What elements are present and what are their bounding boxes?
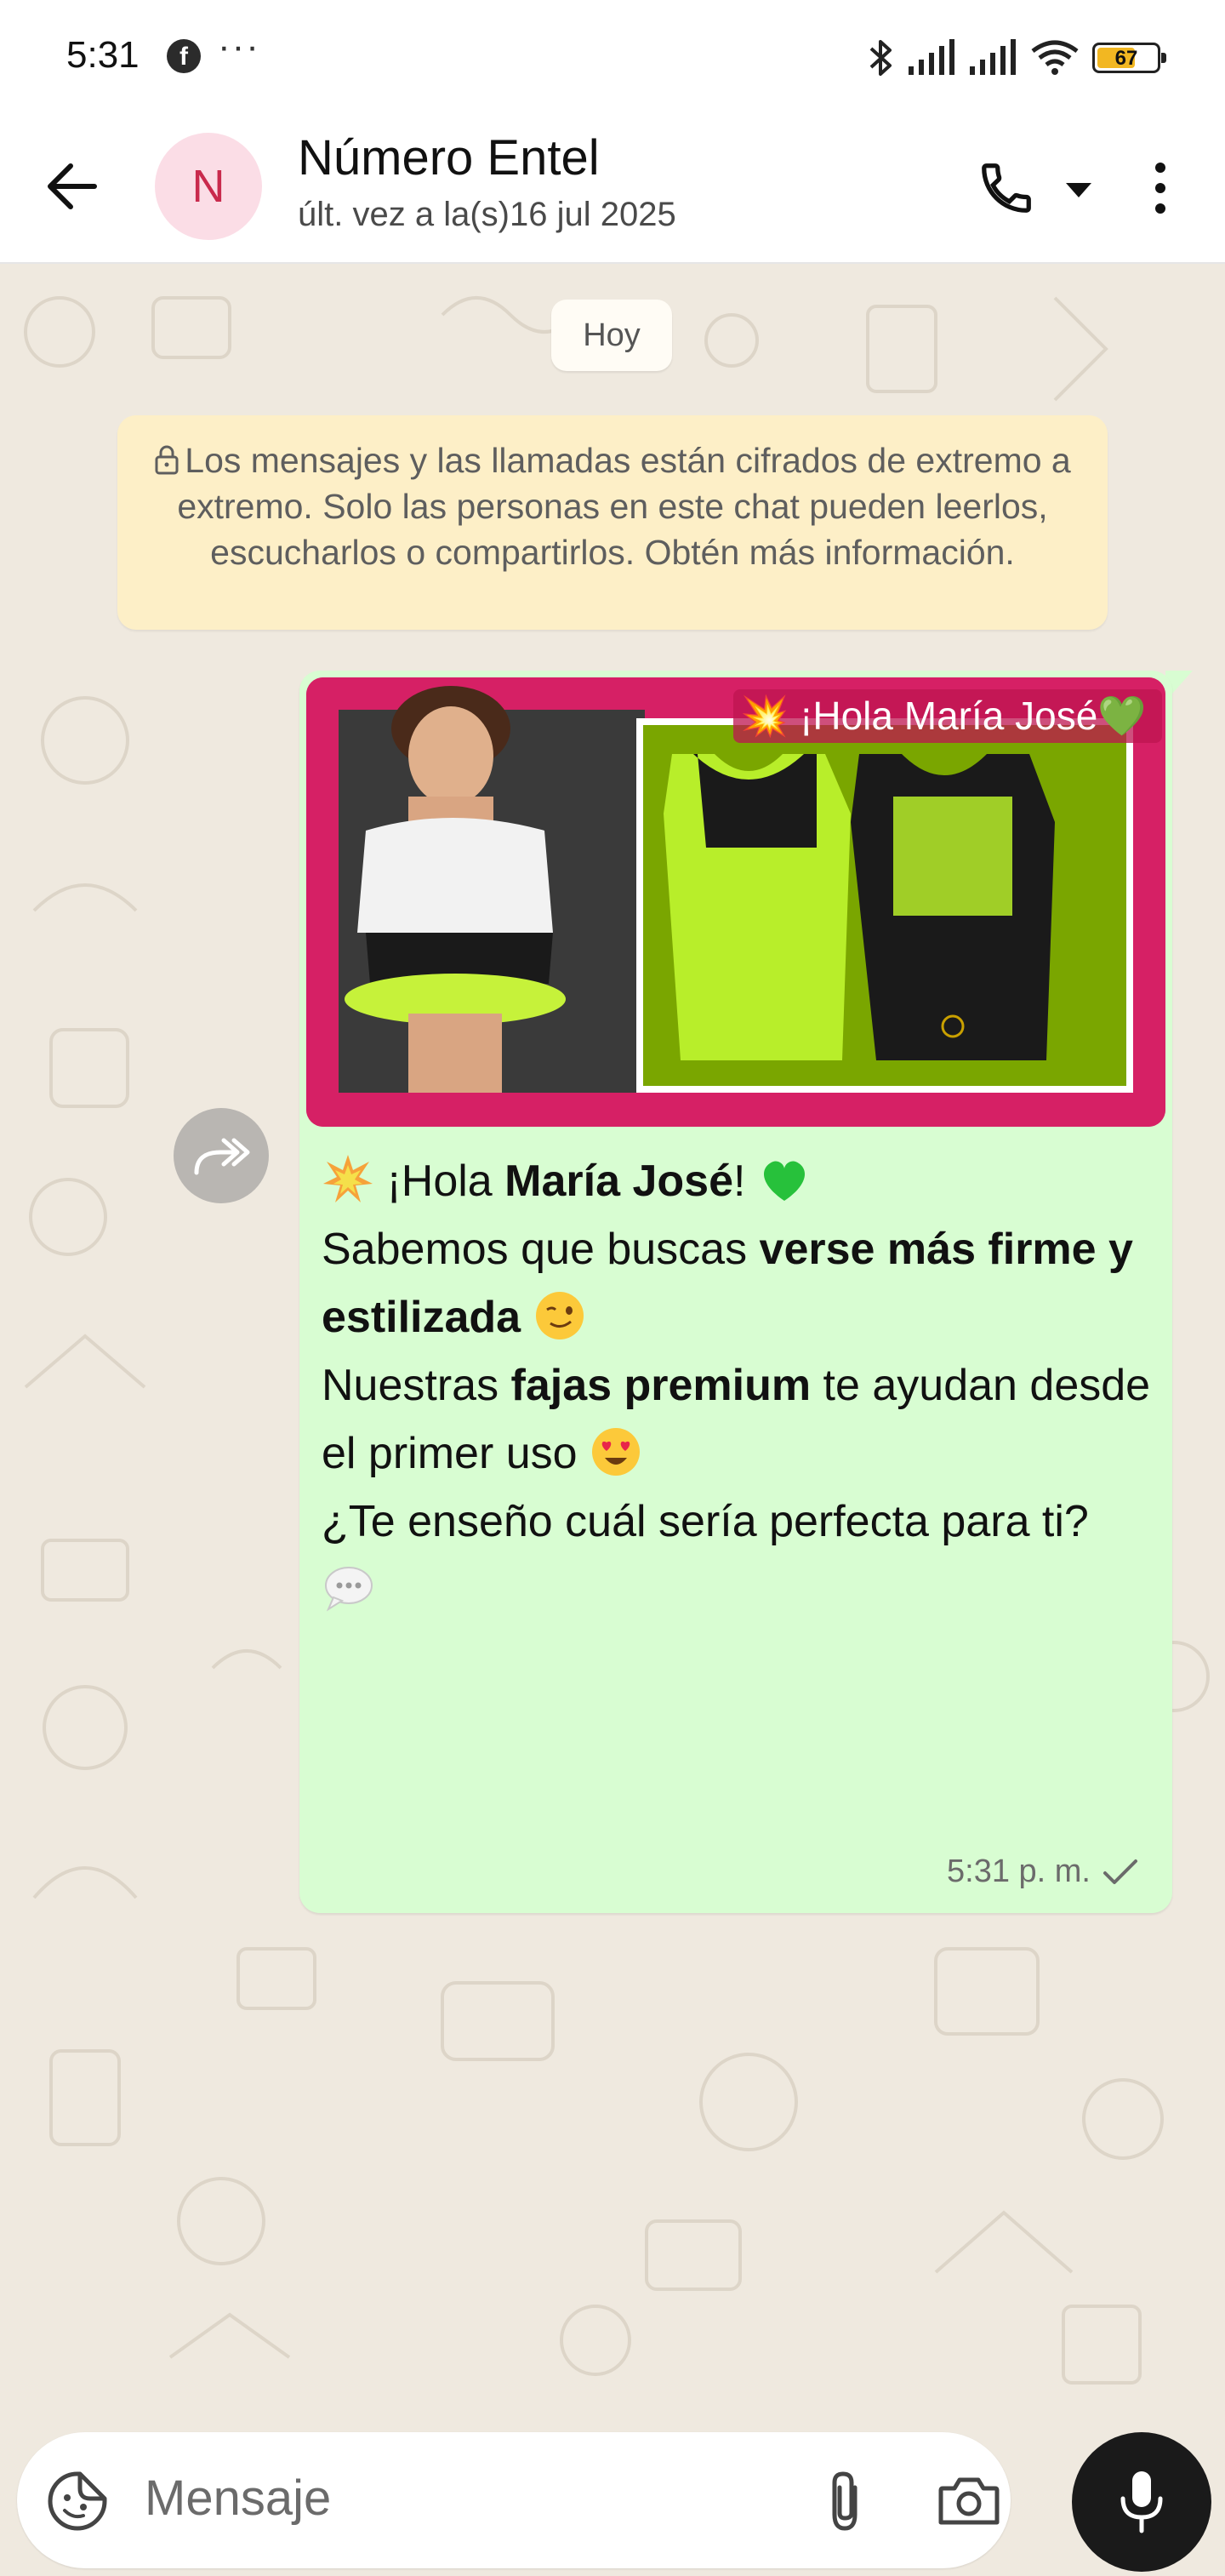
battery-icon: 67 xyxy=(1092,43,1166,73)
more-options-button[interactable] xyxy=(1137,150,1184,226)
back-button[interactable] xyxy=(34,148,111,225)
message-time: 5:31 p. m. xyxy=(947,1853,1091,1889)
image-caption: 💥 ¡Hola María José💚 xyxy=(733,689,1162,743)
facebook-icon: f xyxy=(167,39,201,73)
arrow-left-icon xyxy=(48,163,97,209)
speech-balloon-emoji-icon xyxy=(325,1567,373,1612)
last-seen[interactable]: últ. vez a la(s)16 jul 2025 xyxy=(298,196,676,234)
attach-button[interactable] xyxy=(808,2465,881,2538)
voice-message-button[interactable] xyxy=(1072,2432,1211,2572)
more-notifications-icon: ··· xyxy=(218,26,260,67)
product-photo xyxy=(306,677,1165,1127)
message-line4: ¿Te enseño cuál sería perfecta para ti? xyxy=(322,1497,1089,1546)
input-bar: Mensaje xyxy=(0,2425,1225,2576)
encryption-notice[interactable]: Los mensajes y las llamadas están cifrad… xyxy=(117,415,1108,630)
heart-eyes-emoji-icon xyxy=(592,1428,641,1476)
message-line1-pre: ¡Hola xyxy=(386,1157,505,1206)
forward-button[interactable] xyxy=(174,1108,269,1203)
microphone-icon xyxy=(1120,2471,1163,2533)
collision-emoji-icon xyxy=(323,1155,373,1202)
encryption-notice-text: Los mensajes y las llamadas están cifrad… xyxy=(177,441,1071,572)
customer-name: María José xyxy=(504,1157,733,1206)
chat-header: N Número Entel últ. vez a la(s)16 jul 20… xyxy=(0,111,1225,264)
wifi-icon xyxy=(1031,40,1079,75)
message-line1-post: ! xyxy=(732,1157,746,1206)
message-line3-bold: fajas premium xyxy=(510,1361,812,1410)
forward-icon xyxy=(194,1138,250,1175)
voice-call-button[interactable] xyxy=(968,150,1045,226)
avatar[interactable]: N xyxy=(155,133,262,240)
message-line2-pre: Sabemos que buscas xyxy=(322,1225,760,1274)
sent-check-icon xyxy=(1103,1859,1137,1884)
camera-icon xyxy=(938,2477,1000,2525)
status-time: 5:31 xyxy=(66,34,140,76)
lock-icon xyxy=(155,445,179,475)
message-input[interactable]: Mensaje xyxy=(145,2470,331,2527)
status-bar: 5:31 f ··· 67 xyxy=(0,0,1225,111)
message-text: ¡Hola María José! Sabemos que buscas ver… xyxy=(322,1147,1164,1624)
paperclip-icon xyxy=(832,2471,858,2531)
sticker-button[interactable] xyxy=(43,2466,112,2536)
call-options-button[interactable] xyxy=(1058,170,1099,211)
winking-face-emoji-icon xyxy=(535,1292,584,1339)
sticker-icon xyxy=(48,2471,107,2531)
battery-level: 67 xyxy=(1114,47,1138,70)
signal-icon xyxy=(909,39,954,75)
message-line3-pre: Nuestras xyxy=(322,1361,511,1410)
more-vertical-icon xyxy=(1155,163,1165,214)
status-icons: 67 xyxy=(866,32,1166,83)
chat-area[interactable]: Hoy Los mensajes y las llamadas están ci… xyxy=(0,264,1225,2425)
message-meta: 5:31 p. m. xyxy=(947,1853,1138,1890)
contact-name[interactable]: Número Entel xyxy=(298,129,600,186)
message-input-container[interactable]: Mensaje xyxy=(17,2432,1011,2568)
caret-down-icon xyxy=(1066,183,1091,197)
message-image[interactable]: 💥 ¡Hola María José💚 xyxy=(306,677,1165,1127)
outgoing-message[interactable]: 💥 ¡Hola María José💚 ¡Hola María José! Sa… xyxy=(299,671,1172,1913)
green-heart-emoji-icon xyxy=(763,1161,805,1201)
bluetooth-icon xyxy=(869,40,892,76)
camera-button[interactable] xyxy=(932,2465,1006,2538)
date-chip: Hoy xyxy=(551,300,672,371)
phone-icon xyxy=(982,163,1031,213)
signal-icon xyxy=(970,39,1016,75)
